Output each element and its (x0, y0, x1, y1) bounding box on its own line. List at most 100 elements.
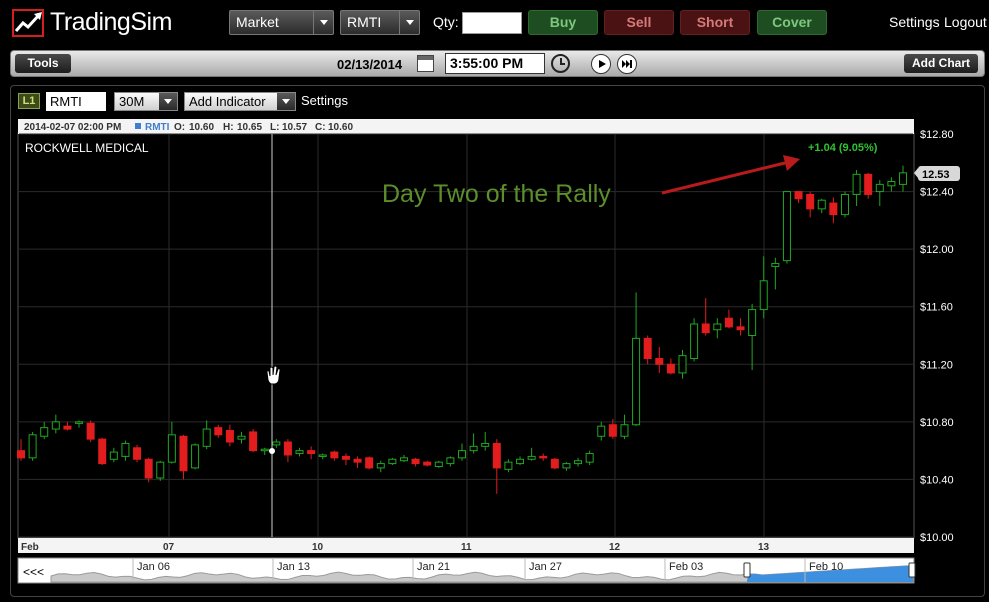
x-tick-label: 07 (163, 542, 175, 553)
navigator-label: Jan 06 (137, 561, 170, 573)
candle-body-up (399, 457, 408, 462)
candle (86, 420, 95, 443)
navigator-label: Feb 10 (809, 561, 843, 573)
candle-body-down (550, 458, 559, 469)
candle-body-up (678, 355, 687, 374)
fast-forward-button[interactable] (617, 54, 637, 74)
clock-icon[interactable] (551, 54, 570, 73)
y-tick-label: $12.40 (920, 187, 954, 199)
candle (550, 457, 559, 470)
navigator-handle[interactable] (908, 562, 916, 578)
candle-body-down (701, 323, 710, 334)
y-tick-label: $11.60 (920, 302, 953, 314)
order-type-select[interactable]: Market (229, 10, 334, 35)
y-tick-label: $12.80 (920, 129, 954, 141)
add-chart-button[interactable]: Add Chart (904, 54, 978, 73)
fast-forward-icon (622, 60, 632, 68)
candle-body-up (852, 173, 861, 195)
candle-body-up (202, 428, 211, 447)
candle-body-down (63, 425, 72, 430)
symbol-value: RMTI (347, 14, 382, 30)
candle-body-down (353, 458, 362, 463)
candle (388, 457, 397, 466)
sell-button[interactable]: Sell (604, 10, 674, 35)
candle-body-up (51, 421, 60, 430)
y-tick-label: $12.00 (920, 244, 954, 256)
cover-button[interactable]: Cover (757, 10, 827, 35)
candle-body-down (794, 191, 803, 200)
candle-body-down (214, 427, 223, 436)
time-input[interactable]: 3:55:00 PM (445, 53, 545, 74)
x-tick-label: Feb (21, 542, 39, 553)
candle-body-up (585, 453, 594, 463)
y-tick-label: $10.80 (920, 417, 954, 429)
navigator-back-button[interactable]: <<< (23, 565, 44, 579)
candle-body-up (481, 442, 490, 447)
candle-body-up (446, 457, 455, 465)
candle-body-down (144, 458, 153, 479)
candle-body-down (608, 424, 617, 437)
x-tick-label: 13 (758, 542, 770, 553)
last-price: 12.53 (922, 169, 950, 181)
x-tick-label: 10 (312, 542, 324, 553)
candle-body-up (237, 435, 246, 440)
candle-body-up (690, 323, 699, 360)
candle-body-up (295, 450, 304, 455)
symbol-select[interactable]: RMTI (340, 10, 420, 35)
short-button[interactable]: Short (680, 10, 750, 35)
candle-body-down (864, 173, 873, 195)
info-close: 10.60 (328, 122, 353, 133)
qty-input[interactable] (462, 12, 522, 34)
play-button[interactable] (591, 54, 611, 74)
candle-body-down (330, 451, 339, 459)
candle-body-down (492, 442, 501, 469)
candle-body-up (527, 455, 536, 460)
candle (690, 318, 699, 362)
candle-body-up (75, 421, 84, 424)
info-low-label: L: (270, 122, 279, 133)
candle (133, 444, 142, 463)
candle-body-down (179, 435, 188, 472)
candle-body-down (666, 363, 675, 374)
candle-body-up (562, 463, 571, 469)
candle-body-up (574, 460, 583, 465)
logo-text: TradingSim (50, 8, 172, 36)
chart-annotation: Day Two of the Rally (382, 180, 611, 208)
chevron-down-icon (399, 11, 419, 34)
candle-body-up (260, 448, 269, 452)
candle-body-up (28, 434, 37, 459)
candle-body-down (249, 431, 258, 452)
candle-body-up (748, 309, 757, 336)
candle-body-down (133, 447, 142, 460)
navigator-label: Jan 21 (417, 561, 450, 573)
candle-body-up (875, 183, 884, 193)
candle-body-down (539, 455, 548, 459)
candle-body-down (341, 455, 350, 460)
company-name: ROCKWELL MEDICAL (25, 141, 149, 155)
navigator-handle[interactable] (743, 562, 751, 578)
candle (434, 460, 443, 468)
candle-body-up (620, 424, 629, 437)
candle-body-up (759, 280, 768, 311)
candle-body-down (225, 429, 234, 443)
y-tick-label: $11.20 (920, 359, 953, 371)
candle (864, 172, 873, 199)
navigator-label: Feb 03 (669, 561, 703, 573)
candle-body-up (109, 451, 118, 460)
x-tick-label: 12 (609, 542, 621, 553)
toolbar: Tools 02/13/2014 3:55:00 PM Add Chart (10, 50, 985, 77)
candle-body-up (40, 427, 49, 437)
buy-button[interactable]: Buy (528, 10, 598, 35)
candle-body-up (782, 191, 791, 262)
logout-link[interactable]: Logout (944, 14, 987, 30)
candle-body-up (156, 461, 165, 479)
candle-body-up (434, 461, 443, 467)
calendar-icon[interactable] (417, 55, 434, 72)
candle-body-up (458, 450, 466, 459)
candle (98, 437, 107, 466)
price-chart[interactable]: 2014-02-07 02:00 PM RMTI O: 10.60 H: 10.… (11, 86, 986, 598)
candle-body-down (86, 422, 95, 440)
settings-link[interactable]: Settings (889, 14, 940, 30)
tools-button[interactable]: Tools (15, 54, 71, 73)
candle-body-down (736, 326, 745, 331)
